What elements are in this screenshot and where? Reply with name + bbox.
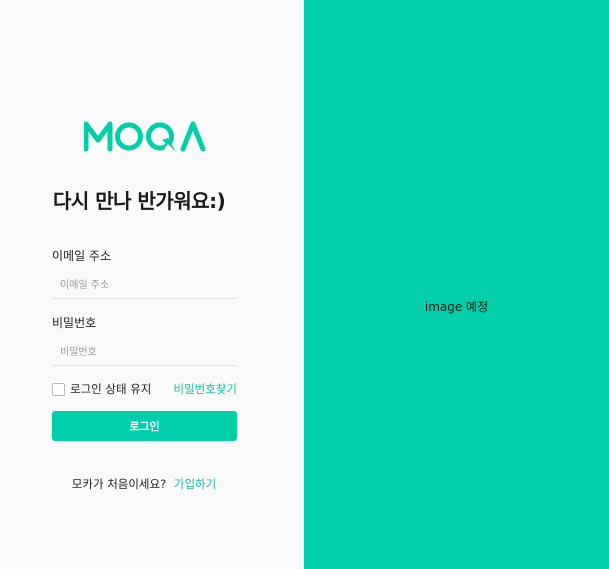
password-label: 비밀번호 <box>52 316 97 330</box>
login-panel: 다시 만나 반가워요:) 이메일 주소 비밀번호 로그인 상태 유지 비밀번호찾… <box>0 0 304 569</box>
find-password-link[interactable]: 비밀번호찾기 <box>174 381 237 397</box>
signup-row: 모카가 처음이세요? 가입하기 <box>0 476 288 492</box>
image-placeholder-text: image 예정 <box>424 300 489 314</box>
remember-label: 로그인 상태 유지 <box>70 382 152 396</box>
remember-me-toggle[interactable]: 로그인 상태 유지 <box>52 381 151 397</box>
brand-logo[interactable] <box>84 118 206 152</box>
email-field[interactable] <box>52 272 237 299</box>
password-field[interactable] <box>52 339 237 366</box>
remember-checkbox[interactable] <box>52 382 65 396</box>
signup-link[interactable]: 가입하기 <box>174 477 216 491</box>
moqa-logo-icon <box>84 121 206 152</box>
remember-row: 로그인 상태 유지 비밀번호찾기 <box>52 381 237 397</box>
signup-prompt: 모카가 처음이세요? <box>71 477 167 491</box>
greeting-heading: 다시 만나 반가워요:) <box>53 189 226 213</box>
hero-image-panel: image 예정 <box>304 0 609 569</box>
login-button[interactable]: 로그인 <box>52 411 237 441</box>
email-label: 이메일 주소 <box>52 249 112 263</box>
